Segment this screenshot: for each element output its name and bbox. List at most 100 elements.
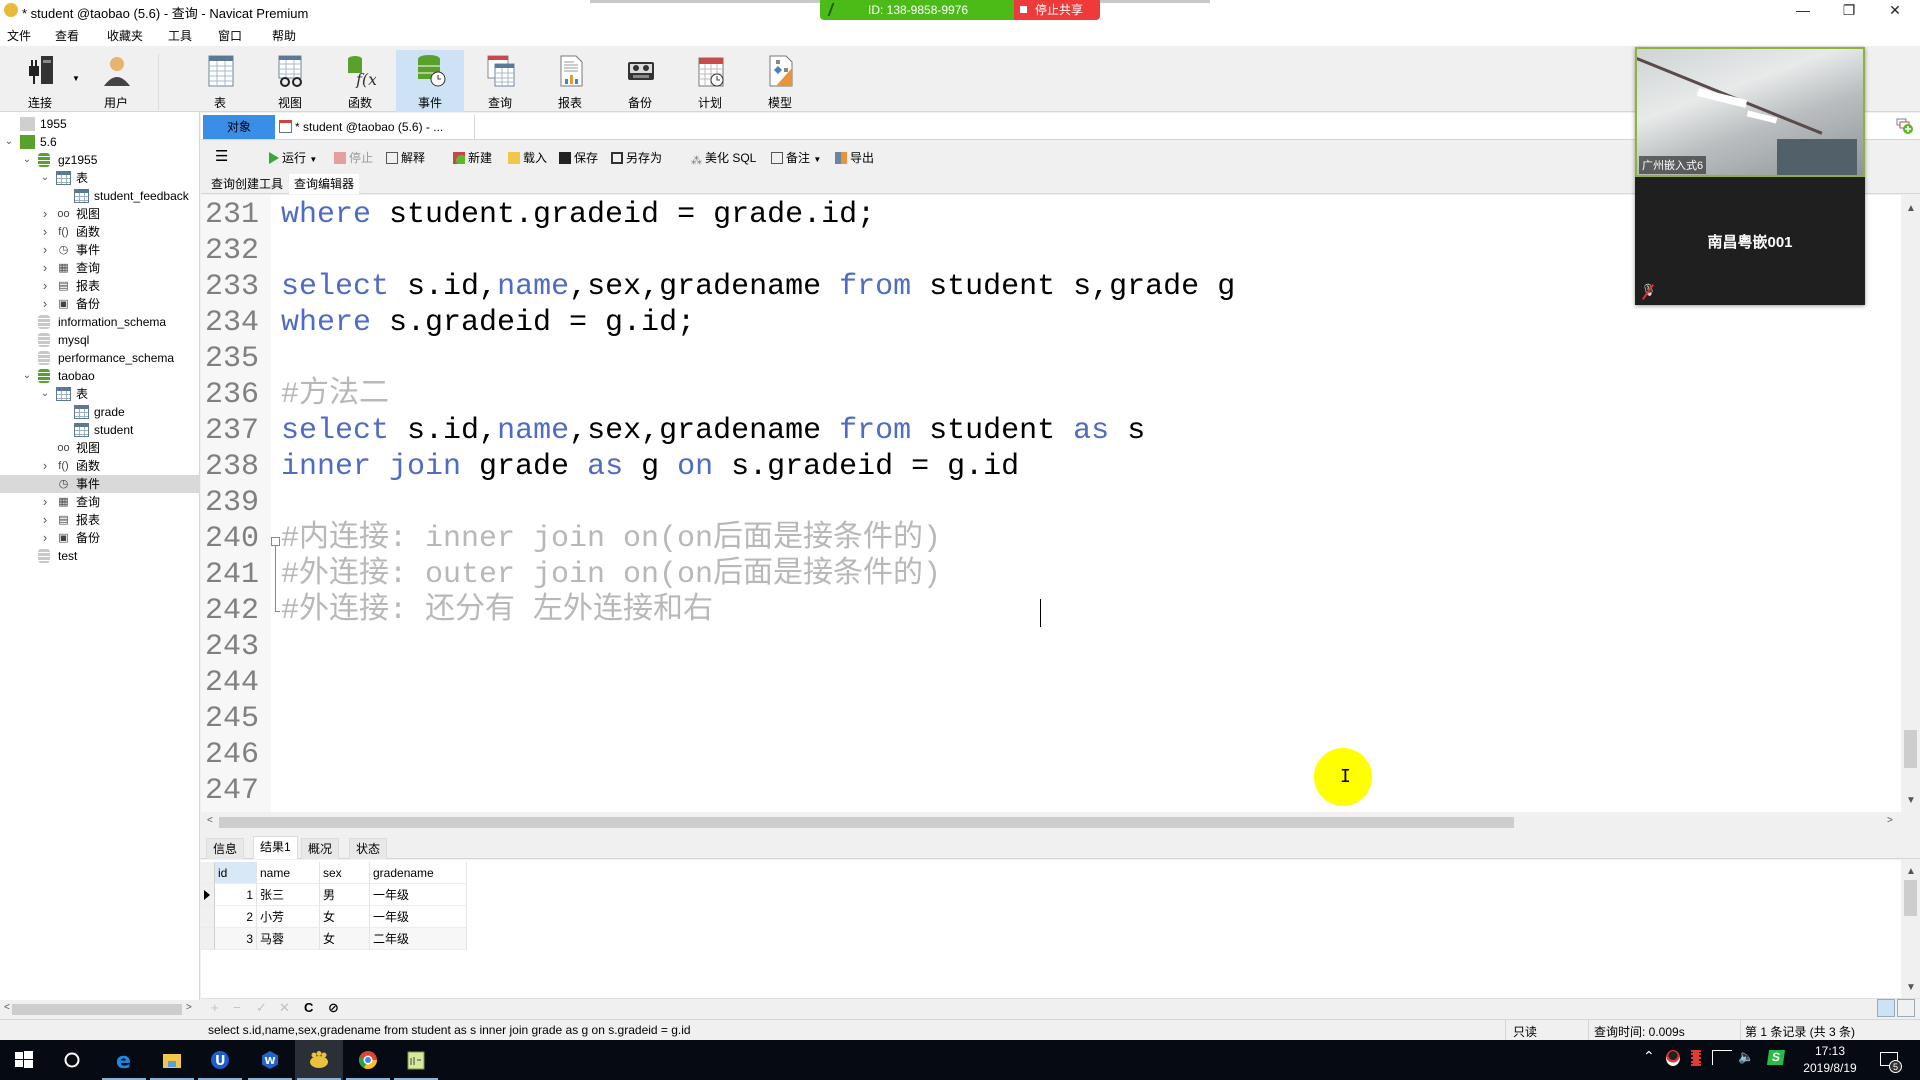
chevron-right-icon[interactable]: › bbox=[40, 259, 50, 277]
beautify-sql-button[interactable]: ⁂ 美化 SQL bbox=[691, 149, 756, 167]
toolbar-function-button[interactable]: f(x) 函数 bbox=[326, 50, 394, 112]
run-button[interactable]: 运行 ▼ bbox=[269, 149, 317, 166]
tree-item[interactable]: grade bbox=[0, 403, 200, 421]
tree-item[interactable]: › f() 函数 bbox=[0, 223, 200, 241]
tab-profile[interactable]: 概况 bbox=[301, 838, 340, 859]
cell-gradename[interactable]: 一年级 bbox=[370, 906, 467, 928]
cell-sex[interactable]: 女 bbox=[320, 906, 370, 928]
result-vscroll-thumb[interactable] bbox=[1904, 880, 1917, 916]
comment-button[interactable]: 备注 ▼ bbox=[771, 149, 821, 166]
volume-icon[interactable]: 🔈 bbox=[1738, 1049, 1754, 1065]
toolbar-schedule-button[interactable]: 计划 bbox=[676, 50, 744, 112]
column-header-id[interactable]: id bbox=[215, 862, 257, 884]
chevron-down-icon[interactable]: ⌄ bbox=[40, 385, 50, 403]
chevron-down-icon[interactable]: ⌄ bbox=[4, 133, 14, 151]
row-indicator[interactable] bbox=[201, 884, 215, 906]
save-as-button[interactable]: 另存为 bbox=[611, 149, 662, 166]
tree-item[interactable]: › ▣ 备份 bbox=[0, 295, 200, 313]
chevron-down-icon[interactable]: ⌄ bbox=[22, 151, 32, 169]
toolbar-query-button[interactable]: 查询 bbox=[466, 50, 534, 112]
taskbar-u-app[interactable]: U bbox=[196, 1040, 244, 1080]
menu-window[interactable]: 窗口 bbox=[218, 27, 242, 44]
sogou-input-icon[interactable]: S bbox=[1766, 1050, 1786, 1065]
apply-changes-button[interactable]: ✓ bbox=[256, 1000, 267, 1016]
sidebar-scroll-thumb[interactable] bbox=[12, 1004, 182, 1015]
form-view-button[interactable] bbox=[1897, 999, 1915, 1017]
run-dropdown-icon[interactable]: ▼ bbox=[309, 155, 317, 164]
taskbar-browser[interactable] bbox=[344, 1040, 392, 1080]
scroll-right-icon[interactable]: > bbox=[186, 1002, 192, 1013]
scroll-left-icon[interactable]: < bbox=[4, 1002, 10, 1013]
chevron-right-icon[interactable]: › bbox=[40, 457, 50, 475]
taskbar-file-explorer[interactable] bbox=[148, 1040, 196, 1080]
new-tab-icon[interactable] bbox=[1896, 117, 1914, 135]
tree-item[interactable]: student_feedback bbox=[0, 187, 200, 205]
connect-button[interactable]: 连接 bbox=[6, 50, 74, 112]
tree-item[interactable]: › ▦ 查询 bbox=[0, 493, 200, 511]
tree-item[interactable]: ⌄ 表 bbox=[0, 385, 200, 403]
editor-vscroll-thumb[interactable] bbox=[1904, 730, 1917, 768]
cell-name[interactable]: 小芳 bbox=[257, 906, 320, 928]
tab-query-student[interactable]: * student @taobao (5.6) - ... bbox=[275, 115, 475, 139]
sidebar-horizontal-scrollbar[interactable]: < > bbox=[0, 1000, 200, 1018]
tree-item[interactable]: test bbox=[0, 547, 200, 565]
chevron-down-icon[interactable]: ⌄ bbox=[40, 169, 50, 187]
menu-tools[interactable]: 工具 bbox=[168, 27, 192, 44]
chevron-right-icon[interactable]: › bbox=[40, 205, 50, 223]
cell-gradename[interactable]: 二年级 bbox=[370, 928, 467, 950]
toolbar-table-button[interactable]: 表 bbox=[186, 50, 254, 112]
tree-item[interactable]: › f() 函数 bbox=[0, 457, 200, 475]
column-header-sex[interactable]: sex bbox=[320, 862, 370, 884]
scroll-up-icon[interactable]: ▲ bbox=[1906, 203, 1916, 214]
row-indicator[interactable] bbox=[201, 928, 215, 950]
tree-item[interactable]: mysql bbox=[0, 331, 200, 349]
user-button[interactable]: 用户 bbox=[82, 50, 150, 112]
taskbar-notepad[interactable] bbox=[392, 1040, 440, 1080]
add-record-button[interactable]: + bbox=[211, 1000, 219, 1015]
minimize-button[interactable]: — bbox=[1780, 0, 1826, 22]
scroll-left-icon[interactable]: < bbox=[207, 815, 213, 826]
cell-name[interactable]: 马蓉 bbox=[257, 928, 320, 950]
chevron-down-icon[interactable]: ⌄ bbox=[22, 367, 32, 385]
tree-item[interactable]: ⌄ 表 bbox=[0, 169, 200, 187]
load-button[interactable]: 载入 bbox=[508, 149, 547, 166]
grid-view-button[interactable] bbox=[1877, 999, 1895, 1017]
tree-item[interactable]: oo 视图 bbox=[0, 439, 200, 457]
taskbar-edge[interactable]: e bbox=[100, 1040, 148, 1080]
scroll-down-icon[interactable]: ▼ bbox=[1906, 795, 1916, 806]
tree-item[interactable]: › ◷ 事件 bbox=[0, 241, 200, 259]
tree-item[interactable]: › oo 视图 bbox=[0, 205, 200, 223]
scroll-right-icon[interactable]: > bbox=[1887, 815, 1893, 826]
network-icon[interactable] bbox=[1712, 1050, 1732, 1065]
tree-item[interactable]: ⌄ gz1955 bbox=[0, 151, 200, 169]
tab-query-builder[interactable]: 查询创建工具 bbox=[206, 174, 288, 194]
tray-expand-icon[interactable]: ⌃ bbox=[1643, 1048, 1655, 1065]
video-call-overlay[interactable]: 广州嵌入式6 南昌粤嵌001 🎙 bbox=[1635, 47, 1865, 305]
taskbar-navicat[interactable] bbox=[295, 1040, 343, 1080]
toolbar-report-button[interactable]: 报表 bbox=[536, 50, 604, 112]
stop-button[interactable]: 停止 bbox=[334, 149, 373, 166]
menu-help[interactable]: 帮助 bbox=[272, 27, 296, 44]
chevron-right-icon[interactable]: › bbox=[40, 223, 50, 241]
toolbar-view-button[interactable]: 视图 bbox=[256, 50, 324, 112]
scroll-up-icon[interactable]: ▲ bbox=[1906, 866, 1916, 877]
comment-dropdown-icon[interactable]: ▼ bbox=[813, 155, 821, 164]
cell-id[interactable]: 1 bbox=[215, 884, 257, 906]
new-query-button[interactable]: 新建 bbox=[453, 149, 492, 166]
menu-favorites[interactable]: 收藏夹 bbox=[107, 27, 143, 44]
column-header-name[interactable]: name bbox=[257, 862, 320, 884]
chevron-right-icon[interactable]: › bbox=[40, 295, 50, 313]
chevron-right-icon[interactable]: › bbox=[40, 241, 50, 259]
tab-status[interactable]: 状态 bbox=[349, 838, 388, 859]
cell-sex[interactable]: 女 bbox=[320, 928, 370, 950]
tree-item[interactable]: › ▦ 查询 bbox=[0, 259, 200, 277]
tree-item[interactable]: information_schema bbox=[0, 313, 200, 331]
discard-changes-button[interactable]: ✕ bbox=[279, 1000, 290, 1016]
tree-item[interactable]: › ▤ 报表 bbox=[0, 277, 200, 295]
pin-icon[interactable] bbox=[827, 3, 841, 16]
cell-name[interactable]: 张三 bbox=[257, 884, 320, 906]
cell-id[interactable]: 3 bbox=[215, 928, 257, 950]
export-button[interactable]: 导出 bbox=[835, 149, 874, 166]
menu-file[interactable]: 文件 bbox=[7, 27, 31, 44]
chevron-right-icon[interactable]: › bbox=[40, 493, 50, 511]
